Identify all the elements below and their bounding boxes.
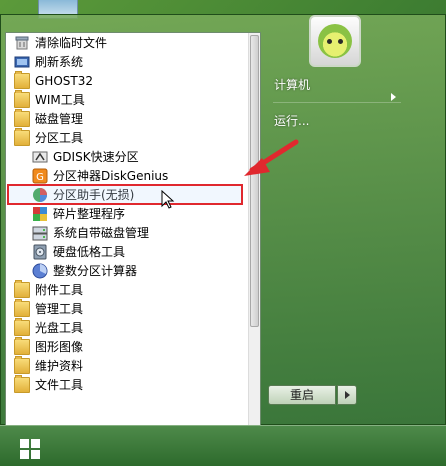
taskbar (0, 425, 446, 466)
menu-item-label: GDISK快速分区 (53, 150, 139, 164)
folder-icon (14, 90, 30, 108)
start-menu: 清除临时文件 刷新系统 GHOST32 WIM工具 磁盘管理 分区工具 GDIS… (0, 14, 446, 428)
folder-icon (14, 299, 30, 317)
menu-item-disc-tools[interactable]: 光盘工具 (14, 318, 84, 337)
menu-item-file-tools[interactable]: 文件工具 (14, 375, 84, 394)
mouse-cursor-icon (161, 190, 175, 209)
menu-item-label: 分区神器DiskGenius (53, 169, 169, 183)
menu-item-label: GHOST32 (35, 74, 93, 88)
disk-management-icon (32, 225, 48, 241)
avatar-icon (318, 24, 352, 58)
menu-item-label: 整数分区计算器 (53, 264, 138, 278)
programs-scrollbar[interactable] (248, 33, 260, 427)
calculator-icon (32, 263, 48, 279)
menu-item-disk-management-folder[interactable]: 磁盘管理 (14, 109, 84, 128)
menu-item-wim-tools[interactable]: WIM工具 (14, 90, 85, 109)
chevron-right-icon (391, 93, 396, 101)
menu-item-label: 分区工具 (35, 131, 84, 145)
menu-item-partition-tools[interactable]: 分区工具 (14, 128, 84, 147)
refresh-icon (14, 54, 30, 70)
folder-icon (14, 337, 30, 355)
svg-text:G: G (36, 172, 44, 183)
menu-item-system-disk-management[interactable]: 系统自带磁盘管理 (32, 224, 149, 242)
menu-item-label: 碎片整理程序 (53, 207, 126, 221)
menu-item-graphics[interactable]: 图形图像 (14, 337, 84, 356)
folder-icon (14, 356, 30, 374)
scrollbar-thumb[interactable] (250, 35, 259, 327)
folder-icon (14, 109, 30, 127)
menu-item-refresh-system[interactable]: 刷新系统 (14, 53, 83, 71)
menu-item-label: 清除临时文件 (35, 36, 108, 50)
menu-item-label: 图形图像 (35, 340, 84, 354)
menu-item-label: 磁盘管理 (35, 112, 84, 126)
menu-item-label: 文件工具 (35, 378, 84, 392)
right-link-computer[interactable]: 计算机 (274, 76, 310, 93)
menu-item-partition-calculator[interactable]: 整数分区计算器 (32, 262, 137, 280)
menu-item-label: 硬盘低格工具 (53, 245, 126, 259)
menu-item-label: 刷新系统 (35, 55, 84, 69)
menu-item-ghost32[interactable]: GHOST32 (14, 71, 93, 90)
annotation-highlight-box (7, 184, 243, 205)
defrag-icon (32, 206, 48, 222)
lowformat-icon (32, 244, 48, 260)
menu-item-label: WIM工具 (35, 93, 85, 107)
menu-item-clear-temp[interactable]: 清除临时文件 (14, 34, 107, 52)
menu-item-label: 系统自带磁盘管理 (53, 226, 150, 240)
gdisk-icon (32, 149, 48, 165)
right-link-run[interactable]: 运行... (274, 112, 309, 129)
restart-button[interactable]: 重启 (268, 385, 336, 405)
menu-item-gdisk[interactable]: GDISK快速分区 (32, 148, 139, 166)
folder-icon (14, 128, 30, 146)
power-options-arrow-icon[interactable] (337, 385, 357, 405)
menu-item-maintenance-docs[interactable]: 维护资料 (14, 356, 84, 375)
folder-icon (14, 375, 30, 393)
programs-list-pane: 清除临时文件 刷新系统 GHOST32 WIM工具 磁盘管理 分区工具 GDIS… (5, 32, 261, 428)
menu-item-label: 光盘工具 (35, 321, 84, 335)
folder-icon (14, 280, 30, 298)
user-avatar[interactable] (309, 15, 361, 67)
menu-item-admin-tools[interactable]: 管理工具 (14, 299, 84, 318)
menu-item-label: 附件工具 (35, 283, 84, 297)
menu-item-diskgenius[interactable]: G 分区神器DiskGenius (32, 167, 168, 185)
menu-item-low-format[interactable]: 硬盘低格工具 (32, 243, 125, 261)
cleanup-icon (14, 35, 30, 51)
programs-list: 清除临时文件 刷新系统 GHOST32 WIM工具 磁盘管理 分区工具 GDIS… (6, 33, 248, 427)
menu-item-label: 管理工具 (35, 302, 84, 316)
start-button[interactable] (6, 432, 46, 462)
folder-icon (14, 318, 30, 336)
menu-item-accessories[interactable]: 附件工具 (14, 280, 84, 299)
right-divider (273, 102, 401, 103)
menu-item-defrag[interactable]: 碎片整理程序 (32, 205, 125, 223)
menu-item-label: 维护资料 (35, 359, 84, 373)
folder-icon (14, 71, 30, 89)
diskgenius-icon: G (32, 168, 48, 184)
